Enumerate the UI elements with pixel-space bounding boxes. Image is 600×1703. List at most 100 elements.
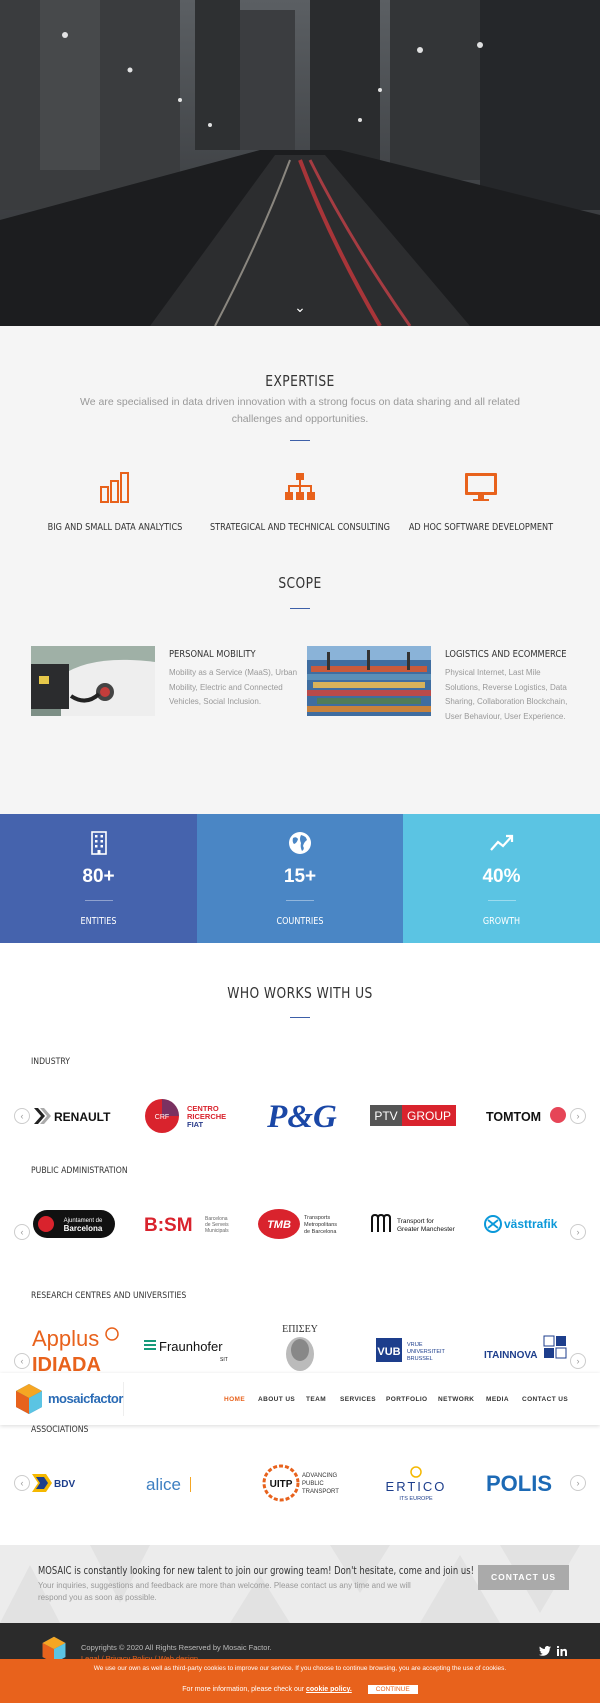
logo-text: Metropolitans [304, 1222, 337, 1228]
logo-text: ITAINNOVA [484, 1350, 538, 1361]
logo-text: mosaicfactor [48, 1391, 123, 1406]
linkedin-icon[interactable] [557, 1646, 567, 1656]
globe-icon [289, 832, 311, 854]
logo-text: de Barcelona [304, 1229, 337, 1235]
category-research-title: RESEARCH CENTRES AND UNIVERSITIES [31, 1291, 187, 1301]
logo-text: RENAULT [54, 1110, 111, 1124]
expertise-section: EXPERTISE We are specialised in data dri… [0, 326, 600, 814]
service-label: BIG AND SMALL DATA ANALYTICS [47, 522, 183, 533]
logo-text: Fraunhofer [159, 1339, 223, 1354]
org-chart-icon [285, 473, 315, 500]
logo-text: P&G [266, 1099, 337, 1134]
logo-text: VRIJE [407, 1342, 423, 1348]
logo-text: B:SM [144, 1215, 193, 1236]
scope-item-text: Mobility as a Service (MaaS), Urban Mobi… [169, 668, 298, 706]
logo-text: PUBLIC [302, 1481, 324, 1487]
logo-tfgm: Transport for Greater Manchester [370, 1212, 460, 1236]
partners-title: WHO WORKS WITH US [227, 984, 373, 1002]
logo[interactable]: mosaicfactor [12, 1382, 124, 1416]
carousel-prev-button[interactable]: ‹ [14, 1224, 30, 1240]
logo-polis: POLIS [486, 1470, 566, 1498]
cta-title: MOSAIC is constantly looking for new tal… [38, 1565, 474, 1577]
logo-crf: CRF CENTRO RICERCHE FIAT [144, 1098, 234, 1134]
cookie-more: For more information, please check our c… [0, 1685, 600, 1694]
carousel-next-button[interactable]: › [570, 1224, 586, 1240]
cookie-policy-link[interactable]: cookie policy. [306, 1686, 352, 1693]
cookie-continue-button[interactable]: CONTINUE [367, 1685, 418, 1694]
carousel-next-button[interactable]: › [570, 1353, 586, 1369]
logo-text: Transport for [397, 1218, 435, 1225]
logo-vasttrafik: västtrafik [484, 1212, 570, 1236]
chevron-down-icon[interactable]: ⌄ [291, 300, 309, 314]
logo-text: UITP [270, 1479, 293, 1490]
logo-text: BRUSSEL [407, 1356, 433, 1362]
logo-ptv: PTV GROUP [370, 1105, 456, 1126]
twitter-icon[interactable] [539, 1646, 551, 1656]
category-public-title: PUBLIC ADMINISTRATION [31, 1166, 128, 1176]
logo-text: BDV [54, 1479, 75, 1490]
logo-text: TMB [267, 1219, 291, 1231]
logo-text: Greater Manchester [397, 1226, 456, 1233]
logo-text: CRF [155, 1114, 169, 1121]
menu-team[interactable]: TEAM [306, 1396, 326, 1403]
menu-media[interactable]: MEDIA [486, 1396, 509, 1403]
carousel-next-button[interactable]: › [570, 1108, 586, 1124]
service-label: STRATEGICAL AND TECHNICAL CONSULTING [209, 522, 391, 533]
menu-portfolio[interactable]: PORTFOLIO [386, 1396, 428, 1403]
stat-value: 40% [482, 866, 521, 887]
cookie-bar: We use our own as well as third-party co… [0, 1659, 600, 1703]
divider [290, 440, 310, 441]
cookie-more-text: For more information, please check our [182, 1686, 305, 1693]
logo-vub: VUB VRIJE UNIVERSITEIT BRUSSEL [376, 1336, 456, 1364]
contact-us-button[interactable]: CONTACT US [478, 1565, 569, 1590]
carousel-prev-button[interactable]: ‹ [14, 1353, 30, 1369]
logo-barcelona: Ajuntament de Barcelona [33, 1210, 115, 1238]
logo-text: Municipals [205, 1228, 229, 1234]
service-label: AD HOC SOFTWARE DEVELOPMENT [408, 522, 554, 533]
scope-item-title: PERSONAL MOBILITY [169, 649, 256, 660]
carousel-prev-button[interactable]: ‹ [14, 1108, 30, 1124]
carousel-prev-button[interactable]: ‹ [14, 1475, 30, 1491]
logo-text: ITS EUROPE [399, 1496, 433, 1502]
menu-services[interactable]: SERVICES [340, 1396, 376, 1403]
logo-text: FIAT [187, 1120, 204, 1129]
logo-renault: RENAULT [30, 1104, 120, 1128]
logo-text: POLIS [486, 1471, 552, 1496]
logo-episey: ΕΠΙΣΕΥ [262, 1322, 338, 1374]
logo-text: Barcelona [64, 1224, 103, 1233]
logo-text: SIT [220, 1357, 228, 1363]
logo-fraunhofer: Fraunhofer SIT [144, 1336, 234, 1364]
menu-about[interactable]: ABOUT US [258, 1396, 295, 1403]
bar-chart-icon [100, 472, 129, 503]
divider [290, 1017, 310, 1018]
scope-item-text: Physical Internet, Last Mile Solutions, … [445, 668, 568, 721]
logo-text: VUB [377, 1346, 400, 1358]
cookie-text: We use our own as well as third-party co… [93, 1665, 507, 1672]
monitor-icon [465, 473, 497, 501]
carousel-next-button[interactable]: › [570, 1475, 586, 1491]
menu-network[interactable]: NETWORK [438, 1396, 474, 1403]
menu-contact[interactable]: CONTACT US [522, 1396, 568, 1403]
site-header: mosaicfactor HOME ABOUT US TEAM SERVICES… [0, 1373, 600, 1425]
service-software: AD HOC SOFTWARE DEVELOPMENT [386, 470, 576, 533]
logo-text: alice [146, 1475, 181, 1494]
logo-pg: P&G [262, 1098, 342, 1134]
logo-itainnova: ITAINNOVA [484, 1334, 570, 1366]
logo-text: UNIVERSITEIT [407, 1349, 446, 1355]
logo-text: Applus [32, 1326, 99, 1351]
category-associations-title: ASSOCIATIONS [31, 1425, 89, 1435]
stat-growth: 40% GROWTH [403, 814, 600, 943]
scope-title: SCOPE [278, 574, 322, 592]
copyright: Copyrights © 2020 All Rights Reserved by… [81, 1643, 272, 1652]
category-industry-title: INDUSTRY [31, 1057, 70, 1067]
logo-text: ERTICO [386, 1479, 447, 1494]
stat-entities: 80+ ENTITIES [0, 814, 197, 943]
logo-tmb: TMB Transports Metropolitans de Barcelon… [258, 1208, 346, 1240]
careers-banner: MOSAIC is constantly looking for new tal… [0, 1545, 600, 1623]
divider [487, 900, 516, 901]
service-data-analytics: BIG AND SMALL DATA ANALYTICS [20, 470, 210, 533]
logo-text: västtrafik [504, 1217, 558, 1231]
divider [84, 900, 113, 901]
menu-home[interactable]: HOME [224, 1396, 245, 1403]
stat-countries: 15+ COUNTRIES [197, 814, 403, 943]
